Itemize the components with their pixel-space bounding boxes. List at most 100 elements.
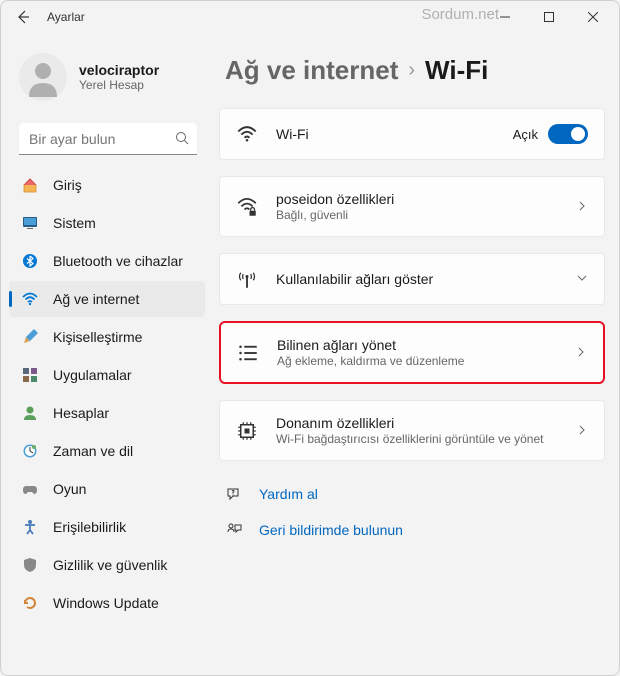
titlebar: Ayarlar Sordum.net xyxy=(1,1,619,33)
window-title: Ayarlar xyxy=(47,10,85,24)
sidebar-item-label: Ağ ve internet xyxy=(53,291,139,307)
sidebar-item-bluetooth[interactable]: Bluetooth ve cihazlar xyxy=(9,243,205,279)
user-texts: velociraptor Yerel Hesap xyxy=(79,62,159,92)
list-icon xyxy=(237,342,259,364)
wifi-lock-icon xyxy=(236,196,258,218)
card-texts: Kullanılabilir ağları göster xyxy=(276,271,558,287)
home-icon xyxy=(21,176,39,194)
close-icon xyxy=(588,12,598,22)
avatar xyxy=(19,53,67,101)
card-texts: Donanım özellikleri Wi-Fi bağdaştırıcısı… xyxy=(276,415,558,446)
card-texts: Bilinen ağları yönet Ağ ekleme, kaldırma… xyxy=(277,337,557,368)
nav: Giriş Sistem Bluetooth ve cihazlar Ağ ve… xyxy=(9,167,207,675)
maximize-button[interactable] xyxy=(527,1,571,33)
sidebar-item-label: Gizlilik ve güvenlik xyxy=(53,557,167,573)
wifi-icon xyxy=(21,290,39,308)
breadcrumb-parent[interactable]: Ağ ve internet xyxy=(225,55,398,86)
sidebar-item-accessibility[interactable]: Erişilebilirlik xyxy=(9,509,205,545)
help-feedback[interactable]: Geri bildirimde bulunun xyxy=(225,521,599,539)
sidebar-item-personalization[interactable]: Kişiselleştirme xyxy=(9,319,205,355)
account-icon xyxy=(21,404,39,422)
breadcrumb-current: Wi-Fi xyxy=(425,55,488,86)
apps-icon xyxy=(21,366,39,384)
feedback-icon xyxy=(225,521,243,539)
card-title: Bilinen ağları yönet xyxy=(277,337,557,353)
sidebar-item-label: Bluetooth ve cihazlar xyxy=(53,253,183,269)
watermark-text: Sordum.net xyxy=(421,6,499,23)
sidebar-item-label: Erişilebilirlik xyxy=(53,519,126,535)
help-link-text: Geri bildirimde bulunun xyxy=(259,522,403,538)
update-icon xyxy=(21,594,39,612)
chevron-down-icon xyxy=(576,271,588,287)
avatar-icon xyxy=(23,57,63,97)
card-subtitle: Ağ ekleme, kaldırma ve düzenleme xyxy=(277,354,557,368)
user-name: velociraptor xyxy=(79,62,159,78)
search-icon xyxy=(175,131,189,148)
breadcrumb: Ağ ve internet › Wi-Fi xyxy=(219,55,605,86)
card-subtitle: Bağlı, güvenli xyxy=(276,208,558,222)
sidebar-item-network[interactable]: Ağ ve internet xyxy=(9,281,205,317)
back-button[interactable] xyxy=(5,1,41,33)
help-icon xyxy=(225,485,243,503)
sidebar-item-label: Oyun xyxy=(53,481,86,497)
card-subtitle: Wi-Fi bağdaştırıcısı özelliklerini görün… xyxy=(276,432,558,446)
card-texts: poseidon özellikleri Bağlı, güvenli xyxy=(276,191,558,222)
wifi-toggle[interactable] xyxy=(548,124,588,144)
game-icon xyxy=(21,480,39,498)
help-link-text: Yardım al xyxy=(259,486,318,502)
hardware-properties-card[interactable]: Donanım özellikleri Wi-Fi bağdaştırıcısı… xyxy=(219,400,605,461)
wifi-properties-card[interactable]: poseidon özellikleri Bağlı, güvenli xyxy=(219,176,605,237)
sidebar-item-update[interactable]: Windows Update xyxy=(9,585,205,621)
main-content: Ağ ve internet › Wi-Fi Wi-Fi Açık poseid… xyxy=(211,33,619,675)
card-title: Wi-Fi xyxy=(276,126,495,142)
user-block[interactable]: velociraptor Yerel Hesap xyxy=(9,49,207,113)
sidebar-item-label: Giriş xyxy=(53,177,82,193)
sidebar-item-home[interactable]: Giriş xyxy=(9,167,205,203)
sidebar-item-privacy[interactable]: Gizlilik ve güvenlik xyxy=(9,547,205,583)
window-controls xyxy=(483,1,615,33)
sidebar-item-label: Uygulamalar xyxy=(53,367,132,383)
minimize-icon xyxy=(500,12,510,22)
antenna-icon xyxy=(236,268,258,290)
card-title: Kullanılabilir ağları göster xyxy=(276,271,558,287)
clock-icon xyxy=(21,442,39,460)
chip-icon xyxy=(236,420,258,442)
bluetooth-icon xyxy=(21,252,39,270)
window-body: velociraptor Yerel Hesap Giriş Sistem xyxy=(1,33,619,675)
paint-icon xyxy=(21,328,39,346)
sidebar-item-gaming[interactable]: Oyun xyxy=(9,471,205,507)
card-right: Açık xyxy=(513,124,588,144)
close-button[interactable] xyxy=(571,1,615,33)
chevron-right-icon xyxy=(576,199,588,215)
known-networks-card[interactable]: Bilinen ağları yönet Ağ ekleme, kaldırma… xyxy=(219,321,605,384)
sidebar: velociraptor Yerel Hesap Giriş Sistem xyxy=(1,33,211,675)
sidebar-item-accounts[interactable]: Hesaplar xyxy=(9,395,205,431)
accessibility-icon xyxy=(21,518,39,536)
wifi-toggle-card[interactable]: Wi-Fi Açık xyxy=(219,108,605,160)
sidebar-item-time[interactable]: Zaman ve dil xyxy=(9,433,205,469)
sidebar-item-system[interactable]: Sistem xyxy=(9,205,205,241)
sidebar-item-label: Windows Update xyxy=(53,595,159,611)
sidebar-item-label: Hesaplar xyxy=(53,405,109,421)
card-title: Donanım özellikleri xyxy=(276,415,558,431)
help-get-help[interactable]: Yardım al xyxy=(225,485,599,503)
toggle-status: Açık xyxy=(513,127,538,142)
maximize-icon xyxy=(544,12,554,22)
help-links: Yardım al Geri bildirimde bulunun xyxy=(219,467,605,557)
sidebar-item-label: Sistem xyxy=(53,215,96,231)
available-networks-card[interactable]: Kullanılabilir ağları göster xyxy=(219,253,605,305)
sidebar-item-apps[interactable]: Uygulamalar xyxy=(9,357,205,393)
search-wrap xyxy=(19,123,197,155)
sidebar-item-label: Kişiselleştirme xyxy=(53,329,142,345)
chevron-right-icon: › xyxy=(408,59,415,82)
shield-icon xyxy=(21,556,39,574)
user-subtitle: Yerel Hesap xyxy=(79,78,159,92)
sidebar-item-label: Zaman ve dil xyxy=(53,443,133,459)
card-title: poseidon özellikleri xyxy=(276,191,558,207)
back-arrow-icon xyxy=(15,9,31,25)
settings-window: Ayarlar Sordum.net velociraptor Yerel He xyxy=(0,0,620,676)
search-input[interactable] xyxy=(19,123,197,155)
system-icon xyxy=(21,214,39,232)
wifi-icon xyxy=(236,123,258,145)
card-texts: Wi-Fi xyxy=(276,126,495,142)
